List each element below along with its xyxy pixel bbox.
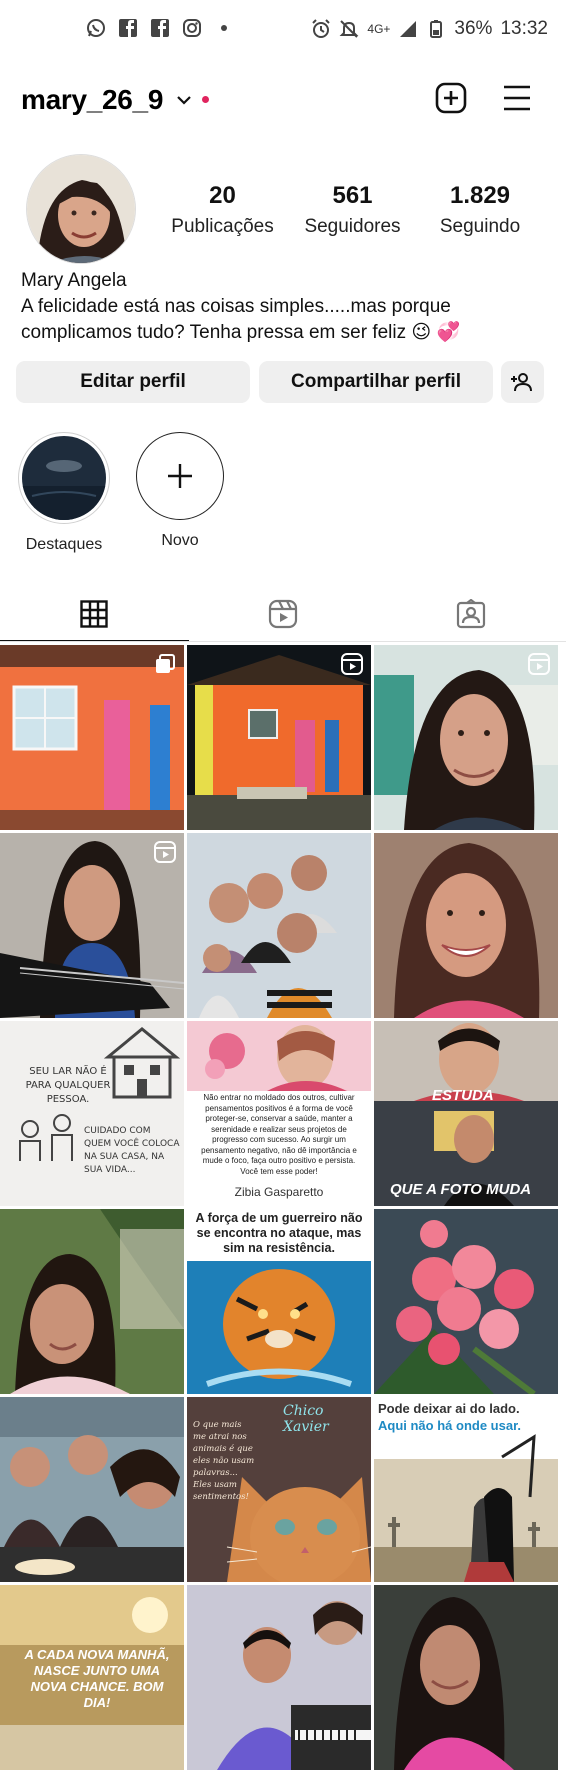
tab-reels[interactable] (189, 586, 378, 642)
reels-icon (154, 841, 176, 863)
post-thumbnail[interactable] (374, 833, 558, 1018)
post-thumbnail[interactable] (0, 645, 184, 830)
chevron-down-icon[interactable] (176, 92, 192, 108)
whatsapp-icon (87, 19, 105, 37)
post-thumbnail[interactable]: A força de um guerreiro não se encontra … (187, 1209, 371, 1394)
post-thumbnail[interactable] (187, 833, 371, 1018)
profile-header: mary_26_9 (0, 74, 566, 126)
reels-icon (341, 653, 363, 675)
stat-label: Seguidores (304, 216, 401, 237)
profile-avatar[interactable] (26, 154, 136, 264)
stat-label: Seguindo (439, 216, 521, 237)
post-thumbnail[interactable] (0, 833, 184, 1018)
reels-icon (268, 599, 297, 629)
post-thumbnail[interactable] (187, 1585, 371, 1770)
post-caption: O que mais me atrai nos animais é que el… (193, 1420, 255, 1502)
facebook-icon (151, 19, 169, 37)
bio-line: complicamos tudo? Tenha pressa em ser fe… (21, 322, 461, 343)
post-quote: Não entrar no moldado dos outros, cultiv… (201, 1093, 357, 1176)
post-thumbnail[interactable] (374, 1585, 558, 1770)
signal-icon (400, 21, 417, 37)
post-thumbnail[interactable] (187, 645, 371, 830)
post-caption: Aqui não há onde usar. (378, 1418, 522, 1433)
highlight-new[interactable]: Novo (136, 432, 224, 550)
post-caption: ESTUDA (432, 1087, 494, 1104)
post-thumbnail[interactable] (374, 645, 558, 830)
facebook-icon (119, 19, 137, 37)
highlight-cover (22, 436, 106, 520)
post-caption: SEU LAR NÃO É PARA QUALQUER PESSOA. (25, 1066, 111, 1105)
username-switcher[interactable]: mary_26_9 (21, 84, 163, 116)
display-name: Mary Angela (21, 270, 127, 291)
discover-people-button[interactable] (501, 361, 544, 403)
highlight-label: Destaques (25, 536, 103, 553)
instagram-icon (183, 19, 201, 37)
tab-tagged[interactable] (377, 586, 566, 642)
post-author: Zibia Gasparetto (234, 1185, 324, 1199)
stat-value: 20 (209, 182, 236, 209)
add-person-icon (510, 373, 532, 392)
post-thumbnail[interactable]: SEU LAR NÃO É PARA QUALQUER PESSOA. CUID… (0, 1021, 184, 1206)
system-status: 4G+ 36% 13:32 (311, 18, 548, 40)
battery-icon (430, 20, 443, 38)
more-notifications-dot-icon (221, 25, 227, 31)
stat-followers[interactable]: 561 Seguidores (300, 182, 405, 238)
tab-posts-grid[interactable] (0, 586, 189, 642)
bio: A felicidade está nas coisas simples....… (21, 294, 521, 346)
profile-tabs (0, 586, 566, 642)
grid-icon (80, 600, 108, 628)
carousel-icon (156, 654, 175, 673)
post-signature: Chico Xavier (283, 1403, 329, 1435)
status-bar: 4G+ 36% 13:32 (0, 0, 566, 60)
stat-following[interactable]: 1.829 Seguindo (430, 182, 530, 238)
highlight-label: Novo (161, 532, 199, 549)
edit-profile-button[interactable]: Editar perfil (16, 361, 250, 403)
post-thumbnail[interactable] (0, 1397, 184, 1582)
notification-dot (202, 96, 209, 103)
reels-icon (528, 653, 550, 675)
post-thumbnail[interactable] (0, 1209, 184, 1394)
post-caption: CUIDADO COM QUEM VOCÊ COLOCA NA SUA CASA… (84, 1126, 180, 1175)
post-thumbnail[interactable]: Chico Xavier O que mais me atrai nos ani… (187, 1397, 371, 1582)
highlight-destaques[interactable]: Destaques (18, 432, 110, 554)
tabs-divider (0, 641, 566, 642)
stat-label: Publicações (171, 216, 274, 237)
mute-icon (339, 20, 359, 38)
battery-level: 36% (454, 18, 493, 39)
post-caption: Pode deixar ai do lado. (378, 1401, 520, 1416)
highlight-ring (18, 432, 110, 524)
highlight-ring (136, 432, 224, 520)
menu-icon[interactable] (502, 84, 532, 112)
tagged-icon (457, 599, 486, 629)
post-caption: A força de um guerreiro não se encontra … (195, 1211, 363, 1255)
clock: 13:32 (500, 18, 548, 39)
stat-value: 1.829 (449, 182, 511, 209)
post-thumbnail[interactable] (374, 1209, 558, 1394)
network-type: 4G+ (367, 22, 391, 36)
avatar-photo (27, 155, 135, 263)
notification-icons (86, 18, 234, 38)
share-profile-button[interactable]: Compartilhar perfil (259, 361, 493, 403)
plus-icon (168, 464, 192, 488)
post-thumbnail[interactable]: ESTUDA QUE A FOTO MUDA (374, 1021, 558, 1206)
stat-value: 561 (332, 182, 373, 209)
post-thumbnail[interactable]: Pode deixar ai do lado. Aqui não há onde… (374, 1397, 558, 1582)
create-post-icon[interactable] (435, 82, 467, 114)
post-thumbnail[interactable]: Não entrar no moldado dos outros, cultiv… (187, 1021, 371, 1206)
stat-posts[interactable]: 20 Publicações (165, 182, 280, 238)
post-caption: A CADA NOVA MANHÃ, NASCE JUNTO UMA NOVA … (24, 1647, 170, 1710)
post-caption: QUE A FOTO MUDA (390, 1181, 532, 1198)
alarm-icon (312, 19, 331, 38)
bio-line: A felicidade está nas coisas simples....… (21, 296, 451, 317)
post-thumbnail[interactable]: A CADA NOVA MANHÃ, NASCE JUNTO UMA NOVA … (0, 1585, 184, 1770)
